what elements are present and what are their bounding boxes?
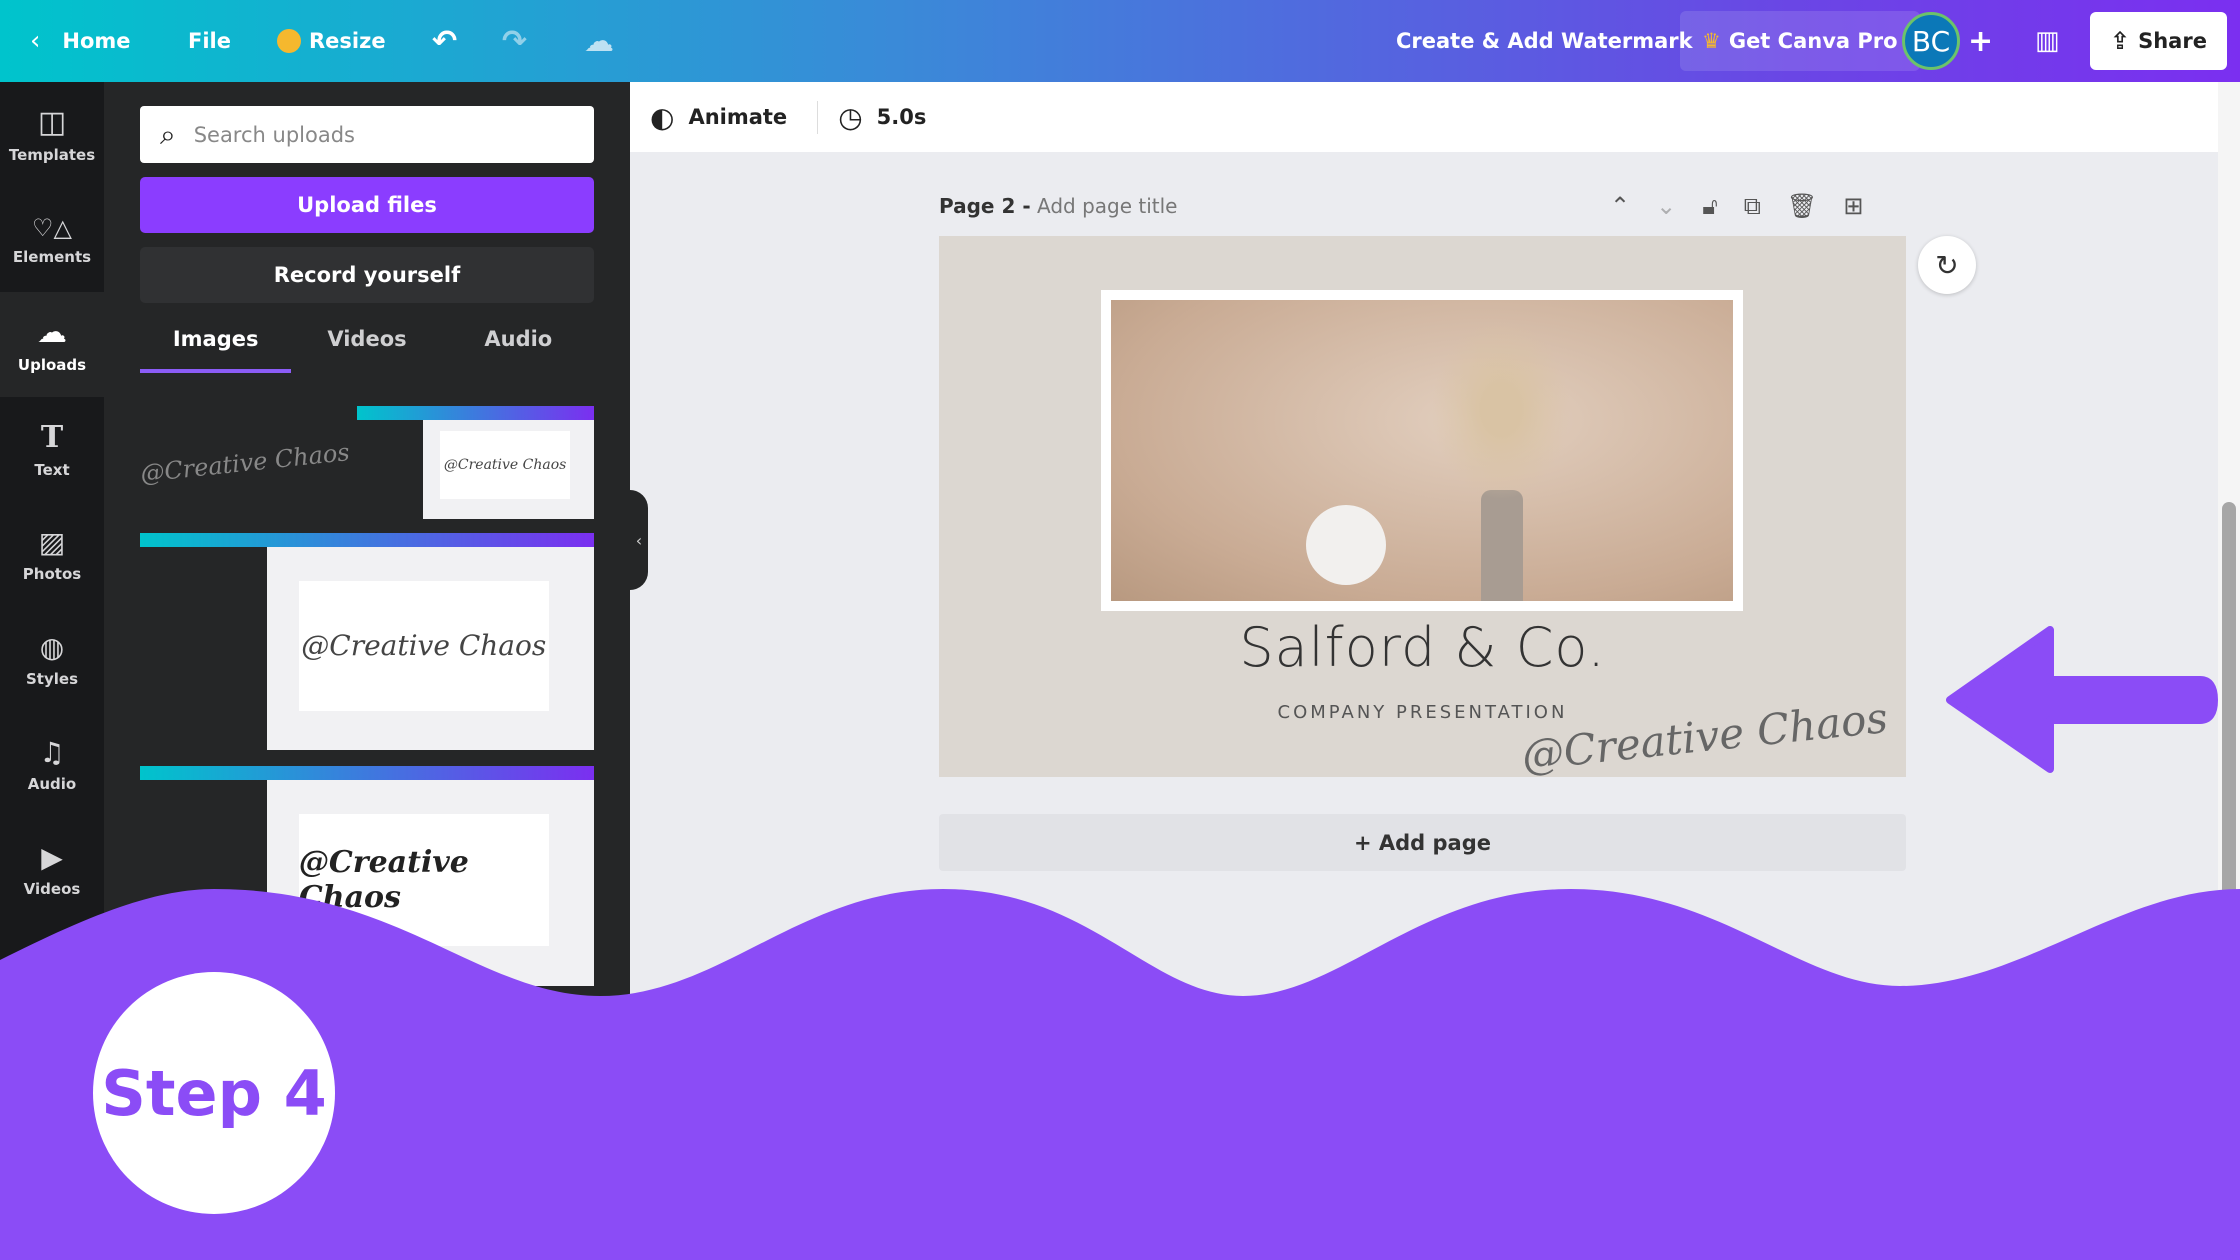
purple-wave (0, 889, 2240, 1260)
arrow-left-icon (1946, 626, 2218, 773)
step-badge: Step 4 (93, 972, 335, 1214)
wave-overlay (0, 626, 2240, 1260)
